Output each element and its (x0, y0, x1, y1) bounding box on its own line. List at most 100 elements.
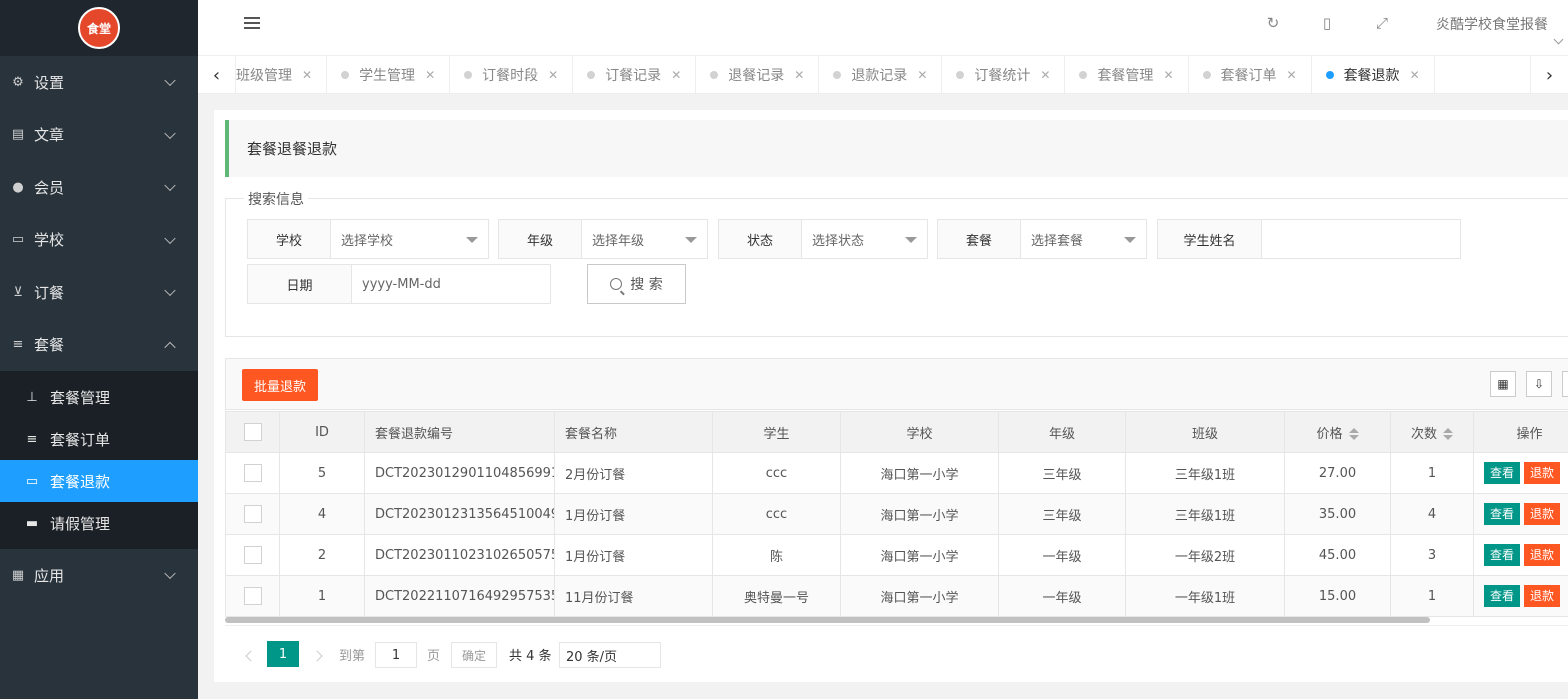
sidebar-item-articles[interactable]: ▤ 文章 (0, 109, 198, 162)
cell-grade: 三年级 (998, 452, 1126, 494)
sidebar-item-school[interactable]: ▭ 学校 (0, 214, 198, 267)
close-icon[interactable]: ✕ (1040, 68, 1050, 82)
refund-button[interactable]: 退款 (1524, 585, 1561, 607)
sidebar-subitem-label: 套餐订单 (50, 430, 111, 449)
student-name-input[interactable] (1262, 220, 1460, 258)
close-icon[interactable]: ✕ (548, 68, 558, 82)
menu-toggle-icon[interactable] (244, 17, 260, 31)
chevron-down-icon (164, 284, 176, 297)
close-icon[interactable]: ✕ (1163, 68, 1173, 82)
sidebar-subitem-leave-manage[interactable]: ▬ 请假管理 (0, 502, 198, 544)
sidebar-item-package[interactable]: ≡ 套餐 (0, 319, 198, 372)
horizontal-scrollbar[interactable] (225, 617, 1430, 623)
pager-page-input[interactable]: 1 (375, 642, 417, 668)
checkbox[interactable] (243, 505, 262, 523)
sidebar-subitem-package-refund[interactable]: ▭ 套餐退款 (0, 460, 198, 502)
checkbox[interactable] (243, 423, 262, 441)
close-icon[interactable]: ✕ (1287, 68, 1297, 82)
date-field[interactable]: 日期 yyyy-MM-dd (247, 264, 551, 304)
tab-dot (956, 71, 965, 79)
student-name-field[interactable]: 学生姓名 (1157, 219, 1461, 259)
cell-count: 3 (1390, 534, 1474, 576)
date-input[interactable]: yyyy-MM-dd (352, 265, 550, 303)
column-header-sortable[interactable]: 次数 (1390, 411, 1474, 453)
tab-refund-records[interactable]: 退款记录 ✕ (819, 56, 943, 93)
tab-cancel-records[interactable]: 退餐记录 ✕ (696, 56, 820, 93)
sidebar-subitem-label: 套餐管理 (50, 388, 111, 407)
refund-button[interactable]: 退款 (1524, 503, 1561, 525)
package-select[interactable]: 套餐 选择套餐 (937, 219, 1147, 259)
export-icon[interactable]: ⇩ (1526, 371, 1552, 397)
view-button[interactable]: 查看 (1484, 462, 1521, 484)
sort-icon[interactable] (1443, 428, 1453, 440)
sidebar-item-settings[interactable]: ⚙ 设置 (0, 56, 198, 109)
tab-order-period[interactable]: 订餐时段 ✕ (450, 56, 574, 93)
cell-grade: 三年级 (998, 493, 1126, 535)
grade-select[interactable]: 年级 选择年级 (498, 219, 708, 259)
date-label: 日期 (248, 265, 352, 303)
pager-size-select[interactable]: 20 条/页 (559, 642, 661, 668)
row-select-cell[interactable] (225, 534, 280, 576)
sidebar-subitem-package-manage[interactable]: ⊥ 套餐管理 (0, 376, 198, 418)
school-select-value[interactable]: 选择学校 (331, 220, 488, 258)
close-icon[interactable]: ✕ (671, 68, 681, 82)
print-icon[interactable]: ⎙ (1562, 371, 1568, 397)
id-card-icon: ▭ (11, 232, 25, 248)
tab-scroll-left-icon[interactable]: ‹ (198, 56, 236, 93)
tab-package-manage[interactable]: 套餐管理 ✕ (1065, 56, 1189, 93)
tab-package-orders[interactable]: 套餐订单 ✕ (1189, 56, 1312, 93)
columns-filter-icon[interactable]: ▦ (1490, 371, 1516, 397)
view-button[interactable]: 查看 (1484, 503, 1521, 525)
close-icon[interactable]: ✕ (794, 68, 804, 82)
package-label: 套餐 (938, 220, 1021, 258)
pager-prev-icon[interactable] (245, 650, 257, 662)
view-button[interactable]: 查看 (1484, 585, 1521, 607)
select-all-cell[interactable] (225, 411, 280, 453)
refund-table: ID 套餐退款编号 套餐名称 学生 学校 年级 班级 价格 次数 操作 5 DC… (225, 411, 1568, 617)
cell-actions: 查看 退款 (1473, 575, 1568, 617)
tab-class-manage[interactable]: 班级管理 ✕ (236, 56, 328, 93)
dropdown-arrow-icon (905, 237, 917, 243)
batch-refund-button[interactable]: 批量退款 (242, 369, 319, 401)
refund-button[interactable]: 退款 (1524, 544, 1561, 566)
column-header-sortable[interactable]: 价格 (1284, 411, 1391, 453)
tab-dot (1079, 71, 1088, 79)
sidebar-item-members[interactable]: ● 会员 (0, 161, 198, 214)
refund-button[interactable]: 退款 (1524, 462, 1561, 484)
tab-scroll-right-icon[interactable]: › (1530, 56, 1568, 93)
sidebar-item-label: 套餐 (34, 336, 65, 355)
pager-next-icon[interactable] (311, 650, 323, 662)
status-select[interactable]: 状态 选择状态 (718, 219, 928, 259)
tab-label: 套餐退款 (1343, 68, 1400, 84)
close-icon[interactable]: ✕ (425, 68, 435, 82)
row-select-cell[interactable] (225, 575, 280, 617)
sidebar-item-apps[interactable]: ▦ 应用 (0, 549, 198, 602)
tab-package-refund[interactable]: 套餐退款 ✕ (1312, 56, 1435, 93)
row-select-cell[interactable] (225, 493, 280, 535)
sidebar-subitem-package-orders[interactable]: ≡ 套餐订单 (0, 418, 198, 460)
pager-current-page[interactable]: 1 (267, 641, 299, 667)
fullscreen-icon[interactable]: ⤢ (1373, 14, 1391, 32)
tab-order-stats[interactable]: 订餐统计 ✕ (942, 56, 1066, 93)
checkbox[interactable] (243, 464, 262, 482)
chevron-down-icon[interactable] (1553, 34, 1564, 45)
tab-order-records[interactable]: 订餐记录 ✕ (573, 56, 697, 93)
pager-confirm-button[interactable]: 确定 (451, 642, 497, 668)
tab-student-manage[interactable]: 学生管理 ✕ (327, 56, 451, 93)
trash-icon[interactable]: ▯ (1318, 14, 1336, 32)
sort-icon[interactable] (1348, 428, 1359, 440)
close-icon[interactable]: ✕ (917, 68, 927, 82)
column-header: 操作 (1473, 411, 1568, 453)
tab-label: 订餐时段 (482, 68, 539, 84)
row-select-cell[interactable] (225, 452, 280, 494)
school-select[interactable]: 学校 选择学校 (247, 219, 489, 259)
close-icon[interactable]: ✕ (1410, 68, 1420, 82)
close-icon[interactable]: ✕ (302, 68, 312, 82)
refresh-icon[interactable]: ↻ (1264, 14, 1282, 32)
view-button[interactable]: 查看 (1484, 544, 1521, 566)
school-name-menu[interactable]: 炎酷学校食堂报餐 (1436, 14, 1548, 34)
sidebar-item-ordering[interactable]: ⊻ 订餐 (0, 266, 198, 319)
checkbox[interactable] (243, 587, 262, 605)
checkbox[interactable] (243, 546, 262, 564)
search-button[interactable]: 搜 索 (587, 264, 686, 304)
